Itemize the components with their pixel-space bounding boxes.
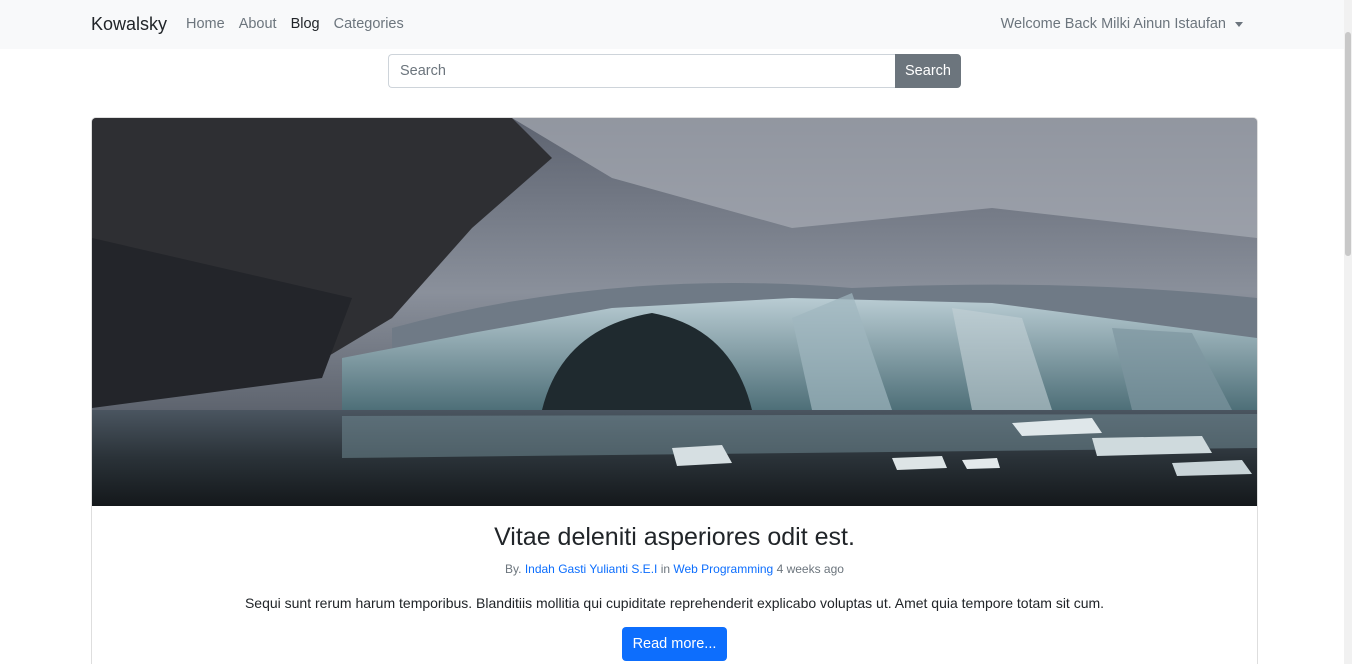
post-category-link[interactable]: Web Programming: [673, 562, 773, 576]
post-card-body: Vitae deleniti asperiores odit est. By. …: [92, 506, 1257, 661]
post-author-link[interactable]: Indah Gasti Yulianti S.E.I: [525, 562, 658, 576]
read-more-button[interactable]: Read more...: [621, 627, 728, 661]
user-welcome-text: Welcome Back Milki Ainun Istaufan: [1000, 16, 1226, 32]
post-meta-by: By.: [505, 562, 522, 576]
post-meta: By. Indah Gasti Yulianti S.E.I in Web Pr…: [92, 562, 1257, 576]
user-dropdown[interactable]: Welcome Back Milki Ainun Istaufan: [1001, 16, 1243, 32]
nav-links: Home About Blog Categories: [186, 16, 404, 32]
post-time: 4 weeks ago: [776, 562, 844, 576]
search-input[interactable]: [388, 54, 895, 88]
nav-link-categories[interactable]: Categories: [334, 16, 404, 32]
post-card: Vitae deleniti asperiores odit est. By. …: [91, 117, 1258, 664]
brand-logo[interactable]: Kowalsky: [91, 14, 167, 35]
caret-down-icon: [1235, 21, 1243, 27]
nav-link-blog[interactable]: Blog: [291, 16, 320, 32]
search-form: Search: [388, 54, 961, 88]
search-button[interactable]: Search: [895, 54, 961, 88]
navbar: Kowalsky Home About Blog Categories Welc…: [0, 0, 1344, 49]
post-excerpt: Sequi sunt rerum harum temporibus. Bland…: [244, 595, 1105, 611]
scrollbar-thumb[interactable]: [1345, 32, 1351, 256]
post-title[interactable]: Vitae deleniti asperiores odit est.: [92, 522, 1257, 552]
post-meta-in: in: [660, 562, 671, 576]
nav-link-home[interactable]: Home: [186, 16, 225, 32]
scrollbar[interactable]: [1344, 0, 1352, 664]
nav-link-about[interactable]: About: [239, 16, 277, 32]
post-image: [92, 118, 1257, 506]
